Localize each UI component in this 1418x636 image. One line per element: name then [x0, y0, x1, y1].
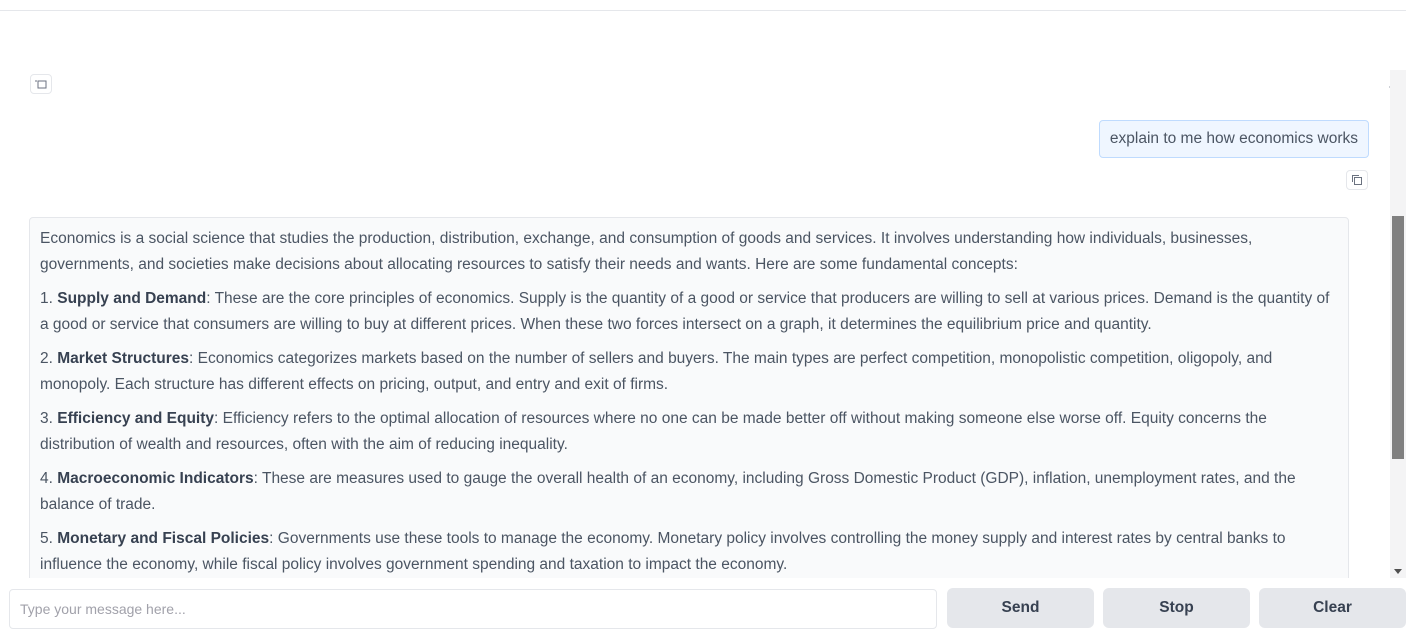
- clear-button[interactable]: Clear: [1259, 588, 1406, 628]
- stop-button[interactable]: Stop: [1103, 588, 1250, 628]
- point-text: : Economics categorizes markets based on…: [40, 350, 1273, 393]
- point-number: 5.: [40, 530, 53, 547]
- assistant-point: 2. Market Structures: Economics categori…: [40, 346, 1336, 398]
- assistant-point: 3. Efficiency and Equity: Efficiency ref…: [40, 406, 1336, 458]
- point-number: 1.: [40, 290, 53, 307]
- point-number: 3.: [40, 410, 53, 427]
- point-text: : Efficiency refers to the optimal alloc…: [40, 410, 1267, 453]
- point-title: Macroeconomic Indicators: [57, 470, 254, 487]
- assistant-message: Economics is a social science that studi…: [29, 217, 1349, 578]
- copy-icon[interactable]: [1346, 170, 1368, 190]
- assistant-point: 4. Macroeconomic Indicators: These are m…: [40, 466, 1336, 518]
- top-divider: [0, 10, 1406, 11]
- point-title: Supply and Demand: [57, 290, 207, 307]
- point-number: 4.: [40, 470, 53, 487]
- copy-all-icon[interactable]: [30, 74, 52, 94]
- point-title: Efficiency and Equity: [57, 410, 215, 427]
- send-button[interactable]: Send: [947, 588, 1094, 628]
- assistant-point: 5. Monetary and Fiscal Policies: Governm…: [40, 526, 1336, 578]
- point-title: Monetary and Fiscal Policies: [57, 530, 270, 547]
- chat-area: explain to me how economics works Econom…: [0, 70, 1390, 578]
- user-message: explain to me how economics works: [1098, 120, 1369, 158]
- scroll-down-icon[interactable]: [1392, 566, 1404, 576]
- point-text: : These are the core principles of econo…: [40, 290, 1330, 333]
- assistant-point: 1. Supply and Demand: These are the core…: [40, 286, 1336, 338]
- point-number: 2.: [40, 350, 53, 367]
- assistant-intro: Economics is a social science that studi…: [40, 230, 1253, 273]
- point-title: Market Structures: [57, 350, 190, 367]
- input-row: Send Stop Clear: [0, 586, 1418, 632]
- scrollbar-thumb[interactable]: [1392, 216, 1404, 459]
- message-input[interactable]: [9, 589, 937, 629]
